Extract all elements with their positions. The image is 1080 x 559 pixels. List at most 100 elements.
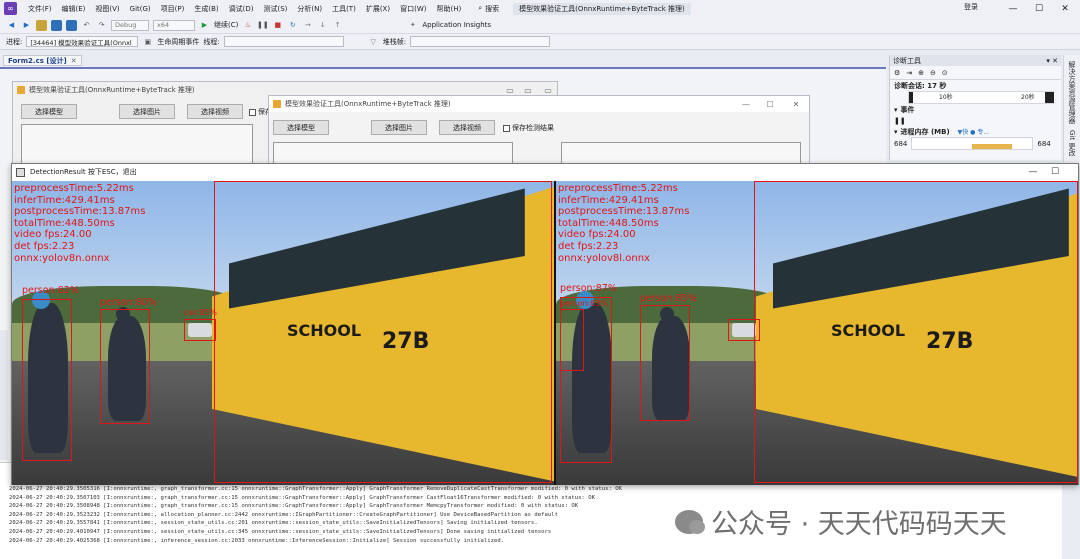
bbox-label: person:80% bbox=[100, 297, 157, 308]
search-label: 搜索 bbox=[485, 4, 500, 13]
video-fps: video fps:24.00 bbox=[558, 229, 636, 241]
bus-bbox bbox=[214, 181, 552, 483]
select-image-button[interactable]: 选择图片 bbox=[371, 120, 427, 135]
menu-edit[interactable]: 编辑(E) bbox=[57, 4, 91, 14]
select-video-button[interactable]: 选择视频 bbox=[187, 104, 243, 119]
export-icon[interactable]: ⇥ bbox=[906, 69, 912, 77]
form-front-minimize-icon[interactable]: — bbox=[737, 96, 755, 112]
app-insights-icon[interactable]: ✦ bbox=[407, 20, 418, 31]
onnx-model: onnx:yolov8n.onnx bbox=[14, 252, 110, 264]
diagnostics-header: 诊断工具 ▾ ✕ bbox=[890, 55, 1061, 66]
process-select[interactable]: [34464] 模型效果验证工具(Onnxl bbox=[26, 36, 139, 47]
step-over-icon[interactable]: → bbox=[302, 20, 313, 31]
search-icon: ⌕ bbox=[478, 4, 483, 12]
save-all-icon[interactable] bbox=[66, 19, 77, 31]
stackframe-select[interactable] bbox=[410, 36, 551, 47]
git-changes-tab[interactable]: Git 更改 bbox=[1067, 130, 1077, 156]
memory-label: 进程内存 (MB) bbox=[900, 127, 950, 136]
back-icon[interactable]: ◀ bbox=[6, 20, 17, 31]
visual-studio-logo-icon: ∞ bbox=[4, 2, 17, 15]
left-tool-strip bbox=[0, 330, 8, 460]
pin-icon[interactable]: ✕ bbox=[71, 57, 77, 65]
menu-file[interactable]: 文件(F) bbox=[23, 4, 57, 14]
undo-icon[interactable]: ↶ bbox=[81, 20, 92, 31]
panel-options-icon[interactable]: ▾ ✕ bbox=[1046, 57, 1058, 65]
menu-help[interactable]: 帮助(H) bbox=[431, 4, 466, 14]
app-insights-button[interactable]: Application Insights bbox=[422, 21, 491, 29]
memory-fill bbox=[972, 144, 1013, 149]
bbox-label: person:87% bbox=[560, 283, 617, 294]
redo-icon[interactable]: ↷ bbox=[96, 20, 107, 31]
menu-tools[interactable]: 工具(T) bbox=[327, 4, 361, 14]
select-video-button[interactable]: 选择视频 bbox=[439, 120, 495, 135]
timeline-tick-10s: 10秒 bbox=[939, 94, 953, 101]
timeline-current-marker bbox=[1045, 92, 1054, 103]
zoom-out-icon[interactable]: ⊖ bbox=[930, 69, 936, 77]
form-front-close-icon[interactable]: ✕ bbox=[787, 96, 805, 112]
checkbox-box[interactable] bbox=[249, 108, 256, 116]
menu-window[interactable]: 窗口(W) bbox=[395, 4, 431, 14]
lifecycle-events-button[interactable]: 生命周期事件 bbox=[157, 37, 199, 47]
memory-left-value: 684 bbox=[894, 139, 908, 148]
person-bbox bbox=[22, 299, 72, 461]
det-minimize-icon[interactable]: — bbox=[1022, 164, 1044, 180]
step-out-icon[interactable]: ↑ bbox=[332, 20, 343, 31]
menu-test[interactable]: 测试(S) bbox=[258, 4, 292, 14]
menu-build[interactable]: 生成(B) bbox=[189, 4, 223, 14]
continue-icon[interactable]: ▶ bbox=[199, 20, 210, 31]
zoom-in-icon[interactable]: ⊕ bbox=[918, 69, 924, 77]
thread-select[interactable] bbox=[223, 36, 344, 47]
menu-view[interactable]: 视图(V) bbox=[90, 4, 124, 14]
form-icon bbox=[17, 86, 25, 94]
collapse-icon[interactable]: ▾ bbox=[894, 106, 898, 114]
menu-analyze[interactable]: 分析(N) bbox=[292, 4, 327, 14]
configuration-select[interactable]: Debug bbox=[111, 19, 149, 31]
tab-label: Form2.cs [设计] bbox=[8, 56, 67, 65]
menu-git[interactable]: Git(G) bbox=[125, 5, 156, 13]
form-front-maximize-icon[interactable]: ☐ bbox=[761, 96, 779, 112]
stackframe-label: 堆栈帧: bbox=[382, 37, 407, 46]
solution-explorer-tab[interactable]: 解决方案资源管理器 bbox=[1067, 61, 1077, 124]
collapse-icon[interactable]: ▾ bbox=[894, 128, 898, 136]
preprocess-time: preprocessTime:5.22ms bbox=[14, 183, 134, 194]
det-maximize-icon[interactable]: ☐ bbox=[1044, 164, 1066, 180]
person-bbox bbox=[100, 309, 150, 424]
fire-icon[interactable]: ♨ bbox=[242, 20, 253, 31]
save-icon[interactable] bbox=[51, 19, 62, 31]
settings-icon[interactable]: ⚙ bbox=[894, 69, 900, 77]
pause-icon[interactable]: ❚❚ bbox=[257, 20, 269, 31]
select-model-button[interactable]: 选择模型 bbox=[273, 120, 329, 135]
minimize-icon[interactable]: — bbox=[1000, 0, 1026, 17]
total-time: totalTime:448.50ms bbox=[14, 217, 115, 229]
menu-debug[interactable]: 调试(D) bbox=[224, 4, 259, 14]
restart-icon[interactable]: ↻ bbox=[287, 20, 298, 31]
select-image-button[interactable]: 选择图片 bbox=[119, 104, 175, 119]
menu-extensions[interactable]: 扩展(X) bbox=[361, 4, 395, 14]
infer-time: inferTime:429.41ms bbox=[558, 194, 659, 206]
form-back-title: 模型效果验证工具(OnnxRuntime+ByteTrack 推理) bbox=[29, 86, 195, 94]
close-icon[interactable]: ✕ bbox=[1052, 0, 1078, 17]
save-detection-checkbox[interactable]: 保存检测结果 bbox=[503, 123, 554, 133]
menu-bar: ∞ 文件(F) 编辑(E) 视图(V) Git(G) 项目(P) 生成(B) 调… bbox=[0, 0, 1080, 17]
stop-icon[interactable]: ■ bbox=[272, 20, 283, 31]
new-project-icon[interactable] bbox=[36, 19, 47, 31]
search-box[interactable]: ⌕ 搜索 bbox=[478, 4, 499, 14]
person-bbox bbox=[560, 309, 584, 371]
checkbox-box[interactable] bbox=[503, 124, 510, 132]
select-model-button[interactable]: 选择模型 bbox=[21, 104, 77, 119]
reset-zoom-icon[interactable]: ⊙ bbox=[942, 69, 948, 77]
maximize-icon[interactable]: ☐ bbox=[1026, 0, 1052, 17]
menu-project[interactable]: 项目(P) bbox=[156, 4, 190, 14]
forward-icon[interactable]: ▶ bbox=[21, 20, 32, 31]
form-front-titlebar: 模型效果验证工具(OnnxRuntime+ByteTrack 推理) bbox=[269, 96, 809, 112]
step-into-icon[interactable]: ↓ bbox=[317, 20, 328, 31]
session-timeline[interactable]: 10秒 20秒 bbox=[908, 91, 1054, 104]
events-section-label: ▾ 事件 bbox=[890, 104, 1061, 115]
postprocess-time: postprocessTime:13.87ms bbox=[558, 206, 690, 218]
watermark-text: 公众号 · 天天代码码天天 bbox=[711, 509, 1007, 540]
filter-icon[interactable]: ▽ bbox=[368, 36, 379, 47]
platform-select[interactable]: x64 bbox=[153, 19, 195, 31]
tab-form2-designer[interactable]: Form2.cs [设计] ✕ bbox=[3, 55, 82, 66]
login-link[interactable]: 登录 bbox=[964, 2, 978, 12]
continue-button[interactable]: 继续(C) bbox=[214, 20, 238, 30]
